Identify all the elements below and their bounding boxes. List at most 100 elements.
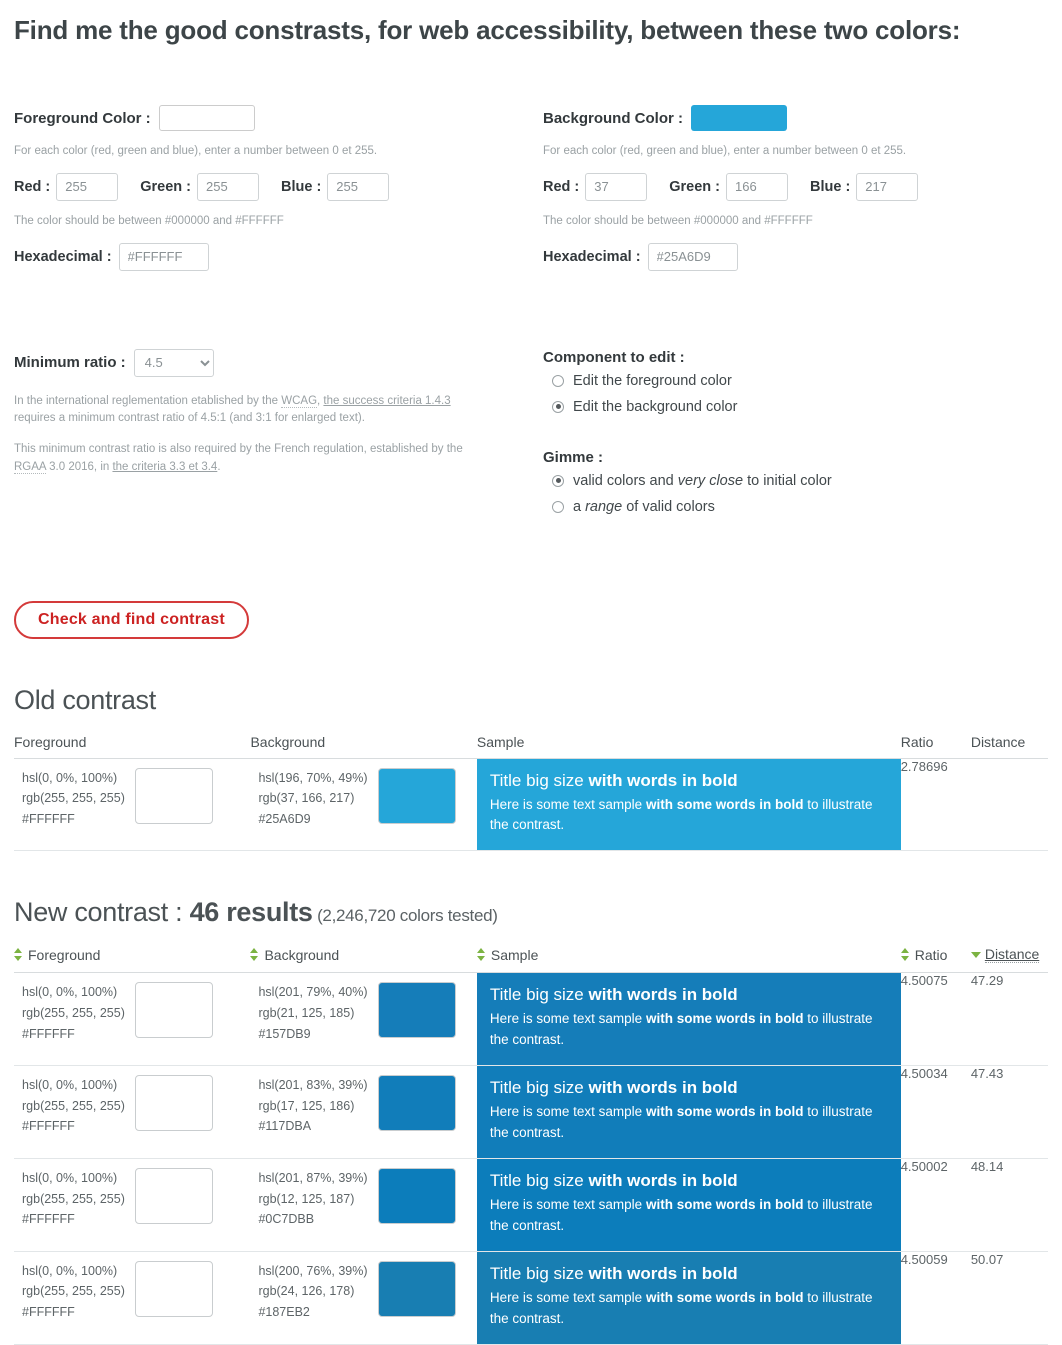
success-criteria-link[interactable]: the success criteria 1.4.3 — [323, 395, 450, 407]
background-cell: hsl(200, 76%, 39%) rgb(24, 126, 178) #187E… — [250, 1251, 477, 1345]
sample-title: Title big size with words in bold — [489, 1263, 738, 1283]
background-rgb: rgb(12, 125, 187) — [258, 1191, 355, 1206]
foreground-color-swatch[interactable] — [158, 105, 255, 132]
background-swatch — [377, 767, 456, 824]
background-green-input[interactable] — [726, 172, 789, 201]
wcag-link[interactable]: WCAG — [281, 394, 318, 408]
sort-updown-icon — [250, 948, 259, 962]
page-root: Find me the good constrasts, for web acc… — [0, 0, 1062, 1345]
distance-value: 47.29 — [970, 972, 1048, 1067]
background-range-helper: The color should be between #000000 and … — [543, 214, 813, 227]
new-col-sample[interactable]: Sample — [476, 940, 901, 974]
background-red-input[interactable] — [585, 172, 648, 201]
background-helper-text: For each color (red, green and blue), en… — [543, 145, 907, 158]
radio-edit-background[interactable]: Edit the background color — [543, 399, 1048, 415]
radio-circle-icon — [552, 500, 564, 513]
minimum-ratio-panel: Minimum ratio : 4.5 In the international… — [14, 348, 531, 525]
background-cell: hsl(196, 70%, 49%) rgb(37, 166, 217) #25A6… — [250, 758, 477, 852]
foreground-hsl: hsl(0, 0%, 100%) — [22, 985, 118, 1000]
foreground-blue-input[interactable] — [327, 172, 390, 201]
background-hex-input[interactable] — [647, 242, 738, 271]
table-row: hsl(0, 0%, 100%) rgb(255, 255, 255) #FFFFF… — [14, 1158, 1048, 1252]
background-rgb: rgb(21, 125, 185) — [258, 1006, 355, 1021]
check-and-find-contrast-button[interactable]: Check and find contrast — [14, 600, 249, 639]
foreground-rgb: rgb(255, 255, 255) — [22, 1191, 125, 1206]
radio-gimme-very-close[interactable]: valid colors and very close to initial c… — [543, 473, 1048, 489]
background-rgb: rgb(37, 166, 217) — [258, 791, 355, 806]
sample-title: Title big size with words in bold — [489, 1078, 738, 1098]
foreground-hex-label: Hexadecimal : — [14, 248, 112, 265]
gimme-opt2-part1: a — [573, 498, 586, 515]
foreground-blue-label: Blue : — [281, 178, 322, 195]
foreground-panel: Foreground Color : For each color (red, … — [14, 105, 531, 271]
sample-body: Here is some text sample with some words… — [489, 1289, 873, 1326]
sample-body: Here is some text sample with some words… — [489, 1011, 873, 1048]
sample-body: Here is some text sample with some words… — [489, 1104, 873, 1141]
foreground-swatch — [134, 767, 213, 824]
new-col-distance-label: Distance — [984, 946, 1040, 964]
sort-descending-icon — [970, 948, 981, 961]
rgaa-link[interactable]: RGAA — [14, 461, 46, 475]
background-color-swatch[interactable] — [691, 105, 788, 132]
gimme-title: Gimme : — [543, 448, 604, 466]
radio-gimme-range[interactable]: a range of valid colors — [543, 499, 1048, 515]
foreground-cell: hsl(0, 0%, 100%) rgb(255, 255, 255) #FFFFF… — [14, 1065, 251, 1159]
foreground-red-input[interactable] — [56, 172, 119, 201]
distance-value: 48.14 — [970, 1158, 1048, 1252]
distance-value: 50.07 — [970, 1251, 1048, 1345]
foreground-hex-input[interactable] — [118, 242, 209, 271]
radio-circle-selected-icon — [552, 474, 564, 487]
radio-gimme-very-close-label: valid colors and very close to initial c… — [573, 473, 832, 489]
table-row: hsl(0, 0%, 100%) rgb(255, 255, 255) #FFFFF… — [14, 1065, 1048, 1159]
background-hsl: hsl(201, 87%, 39%) — [258, 1170, 368, 1185]
background-cell: hsl(201, 79%, 40%) rgb(21, 125, 185) #157D… — [250, 972, 477, 1067]
background-blue-input[interactable] — [856, 172, 919, 201]
foreground-hsl: hsl(0, 0%, 100%) — [22, 1263, 118, 1278]
rgaa-legal-sep: 3.0 2016, in — [45, 461, 113, 474]
background-hex-label: Hexadecimal : — [543, 248, 641, 265]
distance-value: 47.43 — [970, 1065, 1048, 1159]
background-hex: #25A6D9 — [258, 811, 311, 826]
minimum-ratio-select[interactable]: 4.5 — [133, 348, 214, 377]
ratio-value: 2.78696 — [900, 758, 971, 852]
background-cell: hsl(201, 87%, 39%) rgb(12, 125, 187) #0C7D… — [250, 1158, 477, 1252]
new-contrast-heading: New contrast : 46 results (2,246,720 col… — [0, 897, 1062, 928]
radio-edit-foreground[interactable]: Edit the foreground color — [543, 373, 1048, 389]
gimme-opt1-part2: to initial color — [743, 472, 832, 489]
new-col-background[interactable]: Background — [250, 940, 477, 974]
radio-circle-icon — [552, 374, 564, 387]
background-green-label: Green : — [669, 178, 721, 195]
ratio-value: 4.50075 — [900, 972, 971, 1067]
foreground-green-input[interactable] — [197, 172, 260, 201]
foreground-helper-text: For each color (red, green and blue), en… — [14, 145, 378, 158]
new-col-foreground[interactable]: Foreground — [14, 940, 251, 974]
background-color-row: Background Color : — [543, 105, 1048, 132]
background-rgb: rgb(24, 126, 178) — [258, 1284, 355, 1299]
background-cell: hsl(201, 83%, 39%) rgb(17, 125, 186) #117D… — [250, 1065, 477, 1159]
new-col-distance[interactable]: Distance — [970, 940, 1048, 974]
background-hsl: hsl(196, 70%, 49%) — [258, 770, 368, 785]
foreground-hex: #FFFFFF — [22, 1026, 75, 1041]
foreground-hsl: hsl(0, 0%, 100%) — [22, 1078, 118, 1093]
rgaa-criteria-link[interactable]: the criteria 3.3 et 3.4 — [112, 461, 217, 473]
old-col-background: Background — [250, 727, 477, 759]
new-contrast-heading-prefix: New contrast : — [14, 897, 190, 928]
gimme-panel: Gimme : valid colors and very close to i… — [543, 449, 1048, 515]
gimme-opt2-emphasis: range — [585, 498, 623, 515]
table-row: hsl(0, 0%, 100%) rgb(255, 255, 255) #FFFFF… — [14, 758, 1048, 852]
background-hex: #117DBA — [258, 1119, 312, 1134]
new-col-ratio[interactable]: Ratio — [900, 940, 971, 974]
sort-updown-icon — [900, 948, 910, 962]
background-hsl: hsl(201, 79%, 40%) — [258, 985, 368, 1000]
ratio-value: 4.50002 — [900, 1158, 971, 1252]
old-contrast-heading: Old contrast — [14, 684, 156, 715]
rgaa-legal-text: This minimum contrast ratio is also requ… — [14, 441, 484, 477]
wcag-legal-part1: In the international reglementation etab… — [14, 394, 282, 407]
gimme-opt2-part2: of valid colors — [622, 498, 715, 515]
background-hsl: hsl(201, 83%, 39%) — [258, 1078, 368, 1093]
foreground-rgb: rgb(255, 255, 255) — [22, 1006, 125, 1021]
sample-preview: Title big size with words in bold Here is… — [476, 758, 901, 851]
foreground-cell: hsl(0, 0%, 100%) rgb(255, 255, 255) #FFFFF… — [14, 1251, 251, 1345]
foreground-hsl: hsl(0, 0%, 100%) — [22, 770, 118, 785]
foreground-hex: #FFFFFF — [22, 1304, 75, 1319]
